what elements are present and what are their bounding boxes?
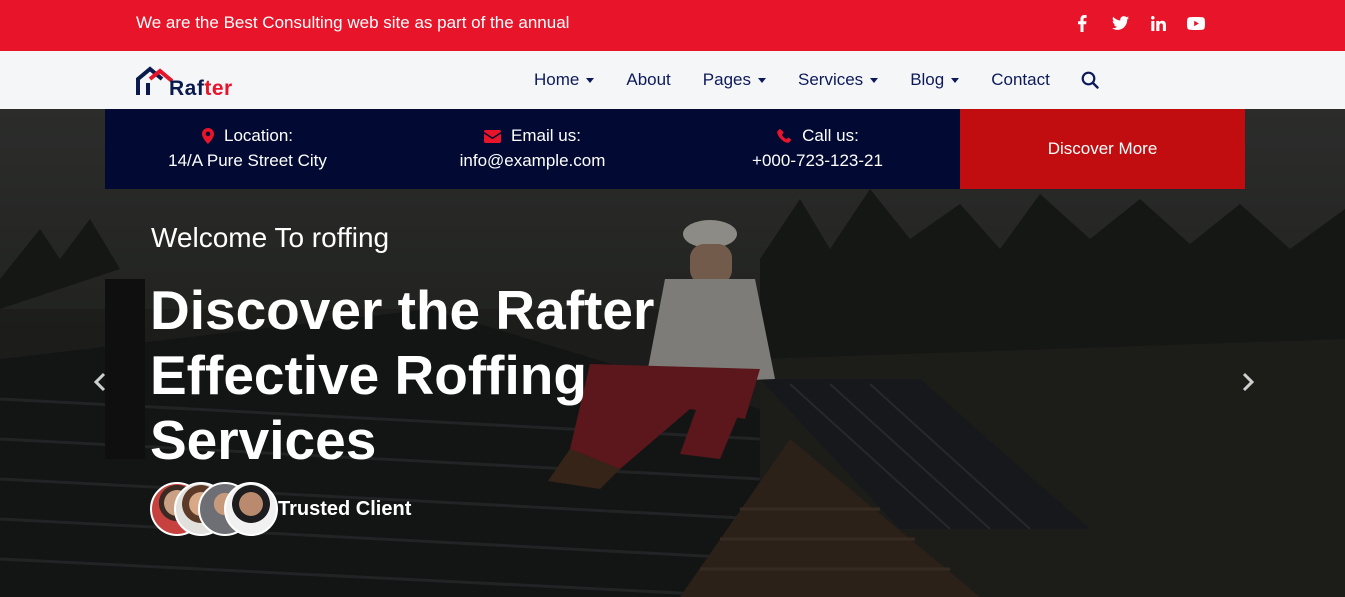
email-info: Email us: info@example.com	[390, 109, 675, 189]
slider-prev-arrow[interactable]	[88, 370, 112, 394]
chevron-down-icon	[870, 77, 879, 83]
announcement-text: We are the Best Consulting web site as p…	[136, 13, 570, 32]
chevron-down-icon	[586, 77, 595, 83]
nav-item-blog[interactable]: Blog	[910, 70, 960, 90]
social-links	[1063, 12, 1215, 34]
location-value: 14/A Pure Street City	[168, 151, 327, 170]
hero-headline: Discover the Rafter Effective Roffing Se…	[150, 278, 770, 473]
headline-line-2: Effective Roffing	[150, 344, 587, 406]
envelope-icon	[484, 129, 502, 143]
nav-item-about[interactable]: About	[626, 70, 670, 90]
nav-item-contact[interactable]: Contact	[991, 70, 1050, 90]
avatar	[224, 482, 278, 536]
contact-info-panel: Location: 14/A Pure Street City Email us…	[105, 109, 960, 189]
main-navbar: Rafter Home About Pages Services Blog Co…	[0, 51, 1345, 109]
email-title: Email us:	[511, 126, 581, 145]
email-value[interactable]: info@example.com	[460, 149, 606, 173]
location-info: Location: 14/A Pure Street City	[105, 109, 390, 189]
phone-icon	[777, 129, 792, 143]
nav-item-services[interactable]: Services	[798, 70, 879, 90]
headline-line-3: Services	[150, 409, 377, 471]
map-pin-icon	[202, 128, 214, 144]
contact-info-bar: Location: 14/A Pure Street City Email us…	[105, 109, 1245, 189]
facebook-icon[interactable]	[1063, 12, 1101, 34]
slider-next-arrow[interactable]	[1236, 370, 1260, 394]
linkedin-icon[interactable]	[1139, 12, 1177, 34]
search-icon[interactable]	[1081, 71, 1099, 89]
chevron-down-icon	[758, 77, 766, 83]
nav-item-home[interactable]: Home	[534, 70, 595, 90]
site-logo[interactable]: Rafter	[136, 65, 246, 100]
call-info: Call us: +000-723-123-21	[675, 109, 960, 189]
logo-text: Rafter	[169, 77, 233, 100]
call-value[interactable]: +000-723-123-21	[752, 149, 883, 173]
youtube-icon[interactable]	[1177, 12, 1215, 34]
hero-welcome-text: Welcome To roffing	[151, 222, 390, 253]
twitter-icon[interactable]	[1101, 12, 1139, 34]
chevron-left-icon	[93, 372, 106, 392]
client-avatars	[150, 482, 278, 536]
top-announcement-bar: We are the Best Consulting web site as p…	[0, 0, 1345, 51]
trusted-client-label: Trusted Client	[278, 497, 412, 520]
trusted-clients: Trusted Client	[150, 482, 411, 536]
chevron-down-icon	[951, 77, 960, 83]
location-title: Location:	[224, 126, 293, 145]
call-title: Call us:	[802, 126, 859, 145]
primary-nav: Home About Pages Services Blog Contact	[534, 51, 1099, 109]
discover-more-button[interactable]: Discover More	[960, 109, 1245, 189]
headline-line-1: Discover the Rafter	[150, 279, 655, 341]
nav-item-pages[interactable]: Pages	[703, 70, 766, 90]
chevron-right-icon	[1242, 372, 1255, 392]
